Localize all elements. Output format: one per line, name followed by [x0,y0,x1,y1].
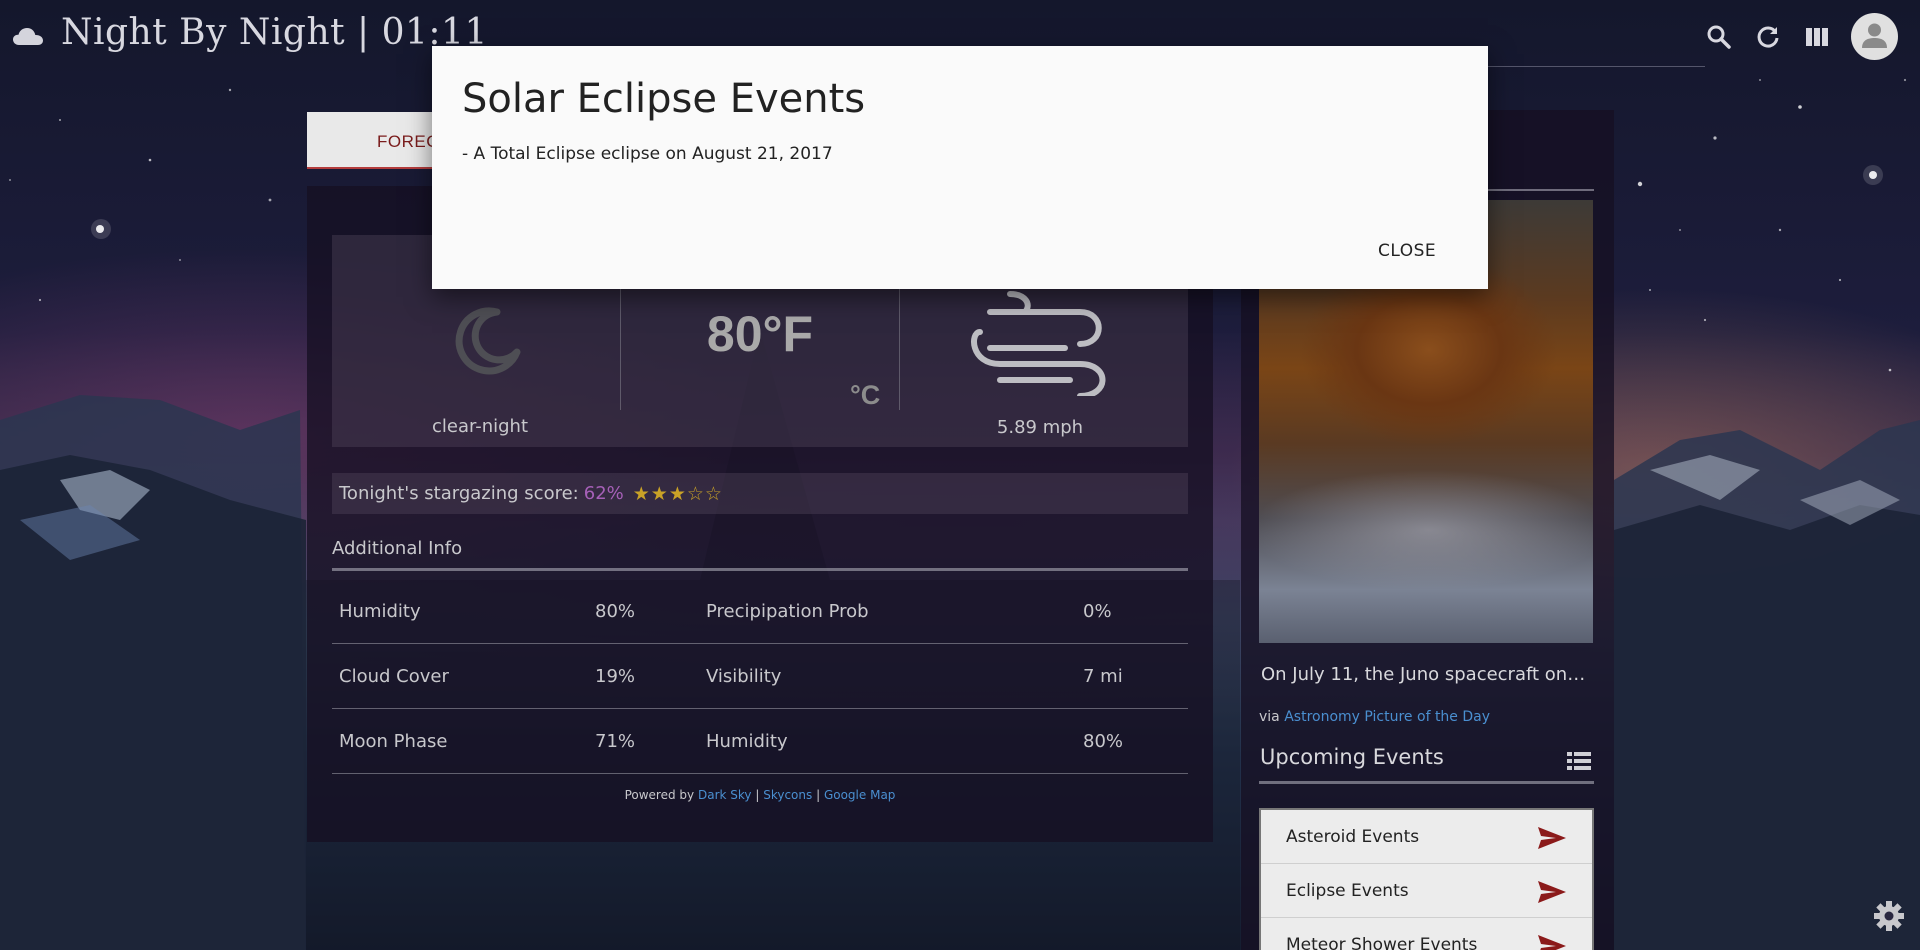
upcoming-events-title: Upcoming Events [1260,745,1444,769]
event-item-eclipse[interactable]: Eclipse Events [1261,864,1592,918]
info-row: Moon Phase 71% Humidity 80% [332,709,1188,774]
apod-credit: via Astronomy Picture of the Day [1259,709,1490,725]
info-value: 0% [1083,601,1112,622]
info-value: 7 mi [1083,666,1123,687]
cloud-icon [13,28,43,45]
send-icon[interactable] [1538,881,1566,903]
event-label: Asteroid Events [1286,827,1420,847]
tab-forecast[interactable]: FOREC [307,112,439,169]
gear-icon[interactable] [1873,900,1905,932]
info-row: Humidity 80% Precipipation Prob 0% [332,579,1188,644]
additional-info-title: Additional Info [332,538,463,559]
apod-link[interactable]: Astronomy Picture of the Day [1284,709,1490,725]
account-avatar[interactable] [1851,13,1898,60]
tab-forecast-label: FOREC [377,132,439,151]
info-label: Humidity [339,601,421,622]
send-icon[interactable] [1538,935,1566,950]
temperature-value: 80°F [706,306,814,362]
dark-sky-link[interactable]: Dark Sky [698,788,752,802]
stargazing-score-bar: Tonight's stargazing score: 62% ★★★☆☆ [332,473,1188,514]
account-icon [1862,23,1887,48]
separator: | [816,788,821,802]
info-label: Precipipation Prob [706,601,869,622]
wind-icon [971,291,1106,396]
solar-eclipse-modal: Solar Eclipse Events - A Total Eclipse e… [432,46,1488,289]
weather-condition: clear-night [431,416,529,437]
clear-night-moon-icon [455,307,521,375]
info-value: 80% [595,601,636,622]
celsius-toggle[interactable]: °C [850,380,880,411]
skycons-link[interactable]: Skycons [763,788,812,802]
info-value: 80% [1083,731,1124,752]
event-label: Eclipse Events [1286,881,1409,901]
info-value: 71% [595,731,636,752]
apod-credit-prefix: via [1259,709,1280,725]
separator: | [755,788,760,802]
events-list: Asteroid Events Eclipse Events Meteor Sh… [1259,808,1594,950]
refresh-icon[interactable] [1755,24,1781,50]
apod-caption[interactable]: On July 11, the Juno spacecraft once... [1261,664,1594,685]
event-label: Meteor Shower Events [1286,935,1478,950]
modal-body: - A Total Eclipse eclipse on August 21, … [462,144,833,164]
send-icon[interactable] [1538,827,1566,849]
powered-by-label: Powered by [624,788,695,802]
additional-info-divider [332,568,1188,571]
info-value: 19% [595,666,636,687]
close-button[interactable]: CLOSE [1378,241,1436,261]
google-map-link[interactable]: Google Map [824,788,895,802]
info-label: Moon Phase [339,731,448,752]
stargazing-label: Tonight's stargazing score: [339,483,579,504]
info-label: Cloud Cover [339,666,449,687]
event-item-meteor[interactable]: Meteor Shower Events [1261,918,1592,950]
info-label: Visibility [706,666,782,687]
search-icon[interactable] [1706,24,1732,50]
columns-icon[interactable] [1804,24,1830,50]
star-rating: ★★★☆☆ [632,482,723,505]
info-row: Cloud Cover 19% Visibility 7 mi [332,644,1188,709]
list-icon[interactable] [1567,751,1591,771]
app-title: Night By Night | 01:11 [61,12,488,53]
info-label: Humidity [706,731,788,752]
stargazing-score: 62% [583,483,624,504]
event-item-asteroid[interactable]: Asteroid Events [1261,810,1592,864]
modal-title: Solar Eclipse Events [462,76,866,122]
events-divider [1259,781,1594,784]
powered-by-footer: Powered by Dark Sky | Skycons | Google M… [332,788,1188,802]
wind-speed: 5.89 mph [996,417,1084,438]
